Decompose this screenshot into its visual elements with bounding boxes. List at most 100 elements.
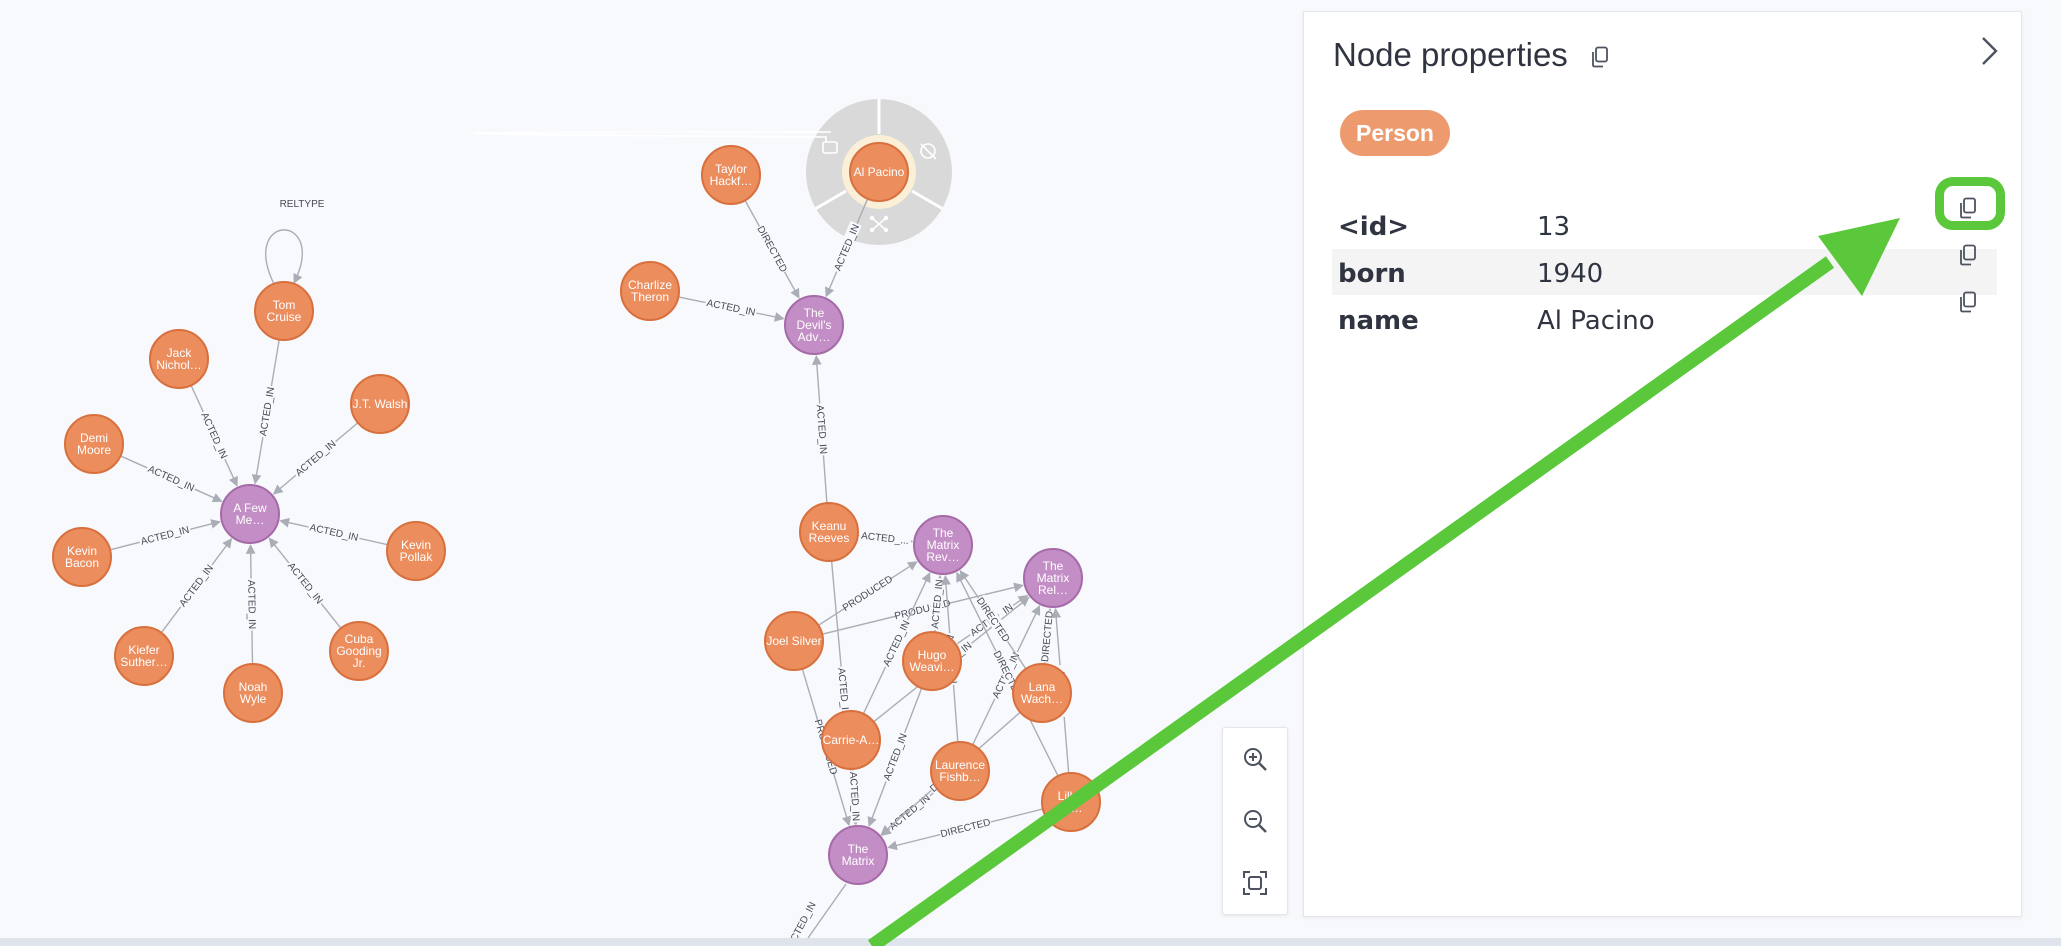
node-kevinpollak[interactable]: KevinPollak: [386, 521, 446, 581]
property-key: name: [1338, 306, 1419, 336]
node-hugo[interactable]: HugoWeavi…: [902, 631, 962, 691]
relationship-label: PRODUCED: [841, 574, 895, 614]
copy-born-button[interactable]: [1958, 244, 1978, 271]
zoom-in-icon: [1244, 748, 1267, 771]
property-value: 13: [1537, 212, 1571, 242]
node-caption: J.T. Walsh: [353, 397, 408, 411]
zoom-controls: [1222, 727, 1288, 915]
relationship[interactable]: ACTED_IN: [109, 519, 221, 551]
node-keanu[interactable]: KeanuReeves: [799, 502, 859, 562]
relationship[interactable]: ACTED_IN: [268, 537, 342, 629]
relationship[interactable]: ACTED_IN: [678, 295, 785, 322]
relationship[interactable]: ACTED_IN: [245, 544, 259, 665]
node-tomcruise[interactable]: TomCruise: [254, 281, 314, 341]
node-joelsilver[interactable]: Joel Silver: [764, 611, 824, 671]
property-row-id: <id> 13: [1332, 202, 1997, 248]
node-laurence[interactable]: LaurenceFishb…: [930, 741, 990, 801]
property-key: born: [1338, 259, 1406, 289]
node-caption: Matrix: [842, 854, 875, 868]
panel-title: Node properties: [1333, 36, 1568, 73]
nodes: TomCruiseJackNichol…J.T. WalshDemiMooreA…: [52, 142, 1101, 885]
relationship-label: DIRECTED: [754, 224, 788, 274]
chevron-right-icon: [1982, 37, 1998, 65]
relationship[interactable]: ACTED_...: [857, 528, 914, 547]
relationship-label: ACTED_...: [861, 531, 910, 547]
node-jacknic[interactable]: JackNichol…: [149, 329, 209, 389]
fit-to-screen-icon: [1243, 871, 1267, 895]
fit-to-screen-button[interactable]: [1223, 852, 1287, 914]
relationship[interactable]: DIRECTED: [1037, 607, 1056, 665]
node-alpacino[interactable]: Al Pacino: [849, 142, 909, 202]
relationship[interactable]: ACTED_IN: [279, 517, 388, 546]
node-caption: Al Pacino: [854, 165, 905, 179]
highlight-box: [1935, 177, 2005, 230]
relationship-line: [265, 229, 303, 285]
node-devils[interactable]: TheDevil'sAdv…: [784, 295, 844, 355]
relationship-label: ACTED_IN: [847, 772, 861, 822]
relationship[interactable]: ACTED_IN: [927, 574, 946, 633]
zoom-out-icon: [1244, 810, 1267, 833]
relationship[interactable]: ACTED_IN: [251, 339, 280, 485]
relationship[interactable]: RELTYPE: [265, 199, 325, 285]
relationship[interactable]: CTED_IN: [789, 883, 847, 938]
copy-name-button[interactable]: [1958, 291, 1978, 318]
node-caption: Carrie-A…: [823, 733, 880, 747]
node-lana[interactable]: LanaWach…: [1012, 663, 1072, 723]
node-caption: Pollak: [400, 550, 434, 564]
node-caption: Bacon: [65, 556, 99, 570]
relationship[interactable]: ACTED_IN: [881, 788, 939, 836]
relationship-label: DIRECTED: [939, 817, 991, 840]
label-chip-person[interactable]: Person: [1340, 110, 1450, 156]
lock-open-icon[interactable]: [473, 131, 838, 154]
node-caption: Cruise: [267, 310, 302, 324]
node-lilly[interactable]: Lill…W…: [1041, 772, 1101, 832]
bottom-edge: [0, 938, 2061, 946]
property-key: <id>: [1338, 212, 1410, 242]
property-value: 1940: [1537, 259, 1604, 289]
node-matrixrel[interactable]: TheMatrixRel…: [1023, 548, 1083, 608]
relationship[interactable]: ACTED_IN: [811, 354, 831, 504]
relationship[interactable]: ACTED_IN: [120, 455, 223, 503]
node-caption: Suther…: [120, 655, 167, 669]
node-carrie[interactable]: Carrie-A…: [821, 710, 881, 770]
relationship[interactable]: DIRECTED: [744, 200, 800, 299]
relationship-label: ACTED_IN: [178, 563, 216, 609]
zoom-in-button[interactable]: [1223, 728, 1287, 790]
node-taylor[interactable]: TaylorHackf…: [701, 145, 761, 205]
node-charlize[interactable]: CharlizeTheron: [620, 261, 680, 321]
relationship-label: RELTYPE: [280, 199, 325, 210]
relationship[interactable]: ACTED_IN: [272, 422, 359, 495]
relationship-label: ACTED_IN: [888, 793, 933, 833]
node-noahwyle[interactable]: NoahWyle: [223, 663, 283, 723]
node-properties-panel: Node properties Person <id> 13 born 1940…: [1303, 11, 2022, 917]
node-cuba[interactable]: CubaGoodingJr.: [329, 621, 389, 681]
copy-icon: [1592, 46, 1608, 68]
relationship-label: CTED_IN: [789, 900, 819, 938]
relationship-label: ACTED_IN: [814, 404, 829, 454]
relationship[interactable]: ACTED_IN: [190, 385, 238, 487]
relationship[interactable]: ACTED_IN: [847, 768, 864, 826]
node-caption: W…: [1059, 801, 1082, 815]
node-afewmen[interactable]: A FewMe…: [220, 484, 280, 544]
graph-visualization[interactable]: RELTYPEACTED_INACTED_IN ACTED_INACTED_INA…: [0, 0, 1300, 938]
node-matrix[interactable]: TheMatrix: [828, 825, 888, 885]
node-caption: Weavi…: [909, 660, 954, 674]
property-row-born: born 1940: [1332, 249, 1997, 295]
node-kiefer[interactable]: KieferSuther…: [114, 626, 174, 686]
copy-icon: [1960, 291, 1976, 313]
node-caption: Fishb…: [939, 770, 980, 784]
node-demimoore[interactable]: DemiMoore: [64, 414, 124, 474]
collapse-panel-button[interactable]: [1976, 34, 2002, 73]
node-caption: Rev…: [926, 550, 959, 564]
relationship[interactable]: ACTED_IN: [160, 538, 233, 634]
node-matrixrev[interactable]: TheMatrixRev…: [913, 515, 973, 575]
relationship-label: ACTED_IN: [882, 732, 910, 782]
relationship-label: ACTED_IN: [285, 561, 324, 607]
node-kevinbacon[interactable]: KevinBacon: [52, 527, 112, 587]
node-caption: Wach…: [1021, 692, 1063, 706]
relationship-label: ACTED_IN: [294, 439, 339, 479]
zoom-out-button[interactable]: [1223, 790, 1287, 852]
copy-all-properties-button[interactable]: [1590, 46, 1610, 73]
node-jtwalsh[interactable]: J.T. Walsh: [350, 374, 410, 434]
node-caption: Theron: [631, 290, 669, 304]
